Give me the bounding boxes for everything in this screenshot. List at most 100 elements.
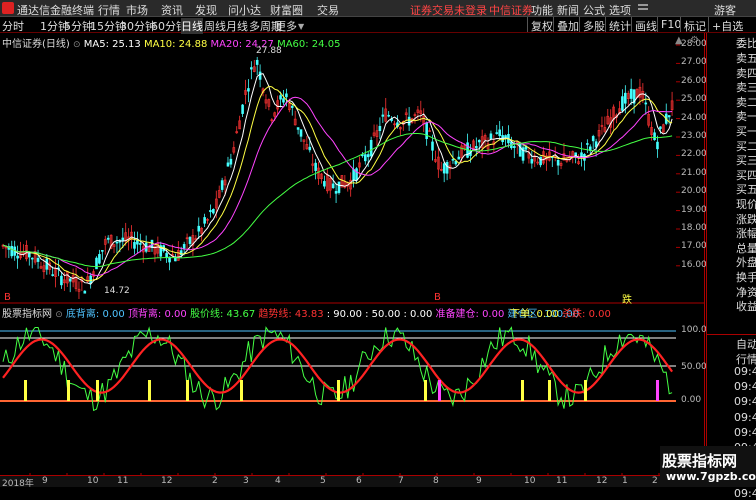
tab-fenshi[interactable]: 分时 [2,18,24,34]
tab-auto[interactable]: 自动 [736,336,756,352]
btn-diejia[interactable]: 叠加 [553,17,582,33]
ma5-line [2,73,673,285]
price-tick-label: 24.00 [681,112,707,123]
legend-item: : 0.00 [403,309,433,320]
menu-jiaoyi[interactable]: 交易 [317,2,339,18]
menu-wenxiaoda[interactable]: 问小达 [228,2,261,18]
quote-row-label: 净资 [736,285,756,299]
time-tick-label: 2 [652,476,658,486]
time-tick-label: 2018年 [2,479,34,489]
order-signal-bar [96,380,99,401]
quote-row-label: 换手 [736,271,756,284]
price-tick-label: 17.00 [681,241,707,252]
price-tick-label: 19.00 [681,204,707,215]
btn-biaoji[interactable]: 标记 [680,17,709,33]
menu-shichang[interactable]: 市场 [126,2,148,18]
candle-body [255,59,259,65]
menu-xuanxiang[interactable]: 选项 [609,2,631,18]
candle-body [495,132,499,134]
btn-duogu[interactable]: 多股 [579,17,608,33]
order-signal-bar [186,380,189,401]
candle-body [226,162,230,167]
order-signal-bar [521,380,524,401]
candle-body [659,126,662,129]
candle-body [115,241,119,244]
user-label[interactable]: 游客 [714,2,736,18]
quote-row-label: 卖二 [736,95,756,109]
time-tick-label: 11 [117,476,129,486]
candle-body [165,253,168,258]
time-tick-label: 12 [596,476,608,486]
ma60-label: MA60: 24.05 [277,39,341,50]
candle-body [591,136,595,142]
candle-body [299,129,303,137]
ma10-label: MA10: 24.88 [143,39,208,50]
order-signal-bar [24,380,27,401]
watermark: 股票指标网 www.7gpzb.com [660,446,756,487]
candle-body [220,180,224,190]
btn-tongji[interactable]: 统计 [605,17,634,33]
menu-gongneng[interactable]: 功能 [531,2,553,18]
stock-title: 中信证券(日线) [2,39,70,50]
time-tick-label: 7 [398,476,404,486]
broker-name: 中信证券 [489,4,533,17]
candle-body [457,156,461,160]
menu-hangqing[interactable]: 行情 [98,2,120,18]
indicator-tick-label: 100.00 [681,325,713,335]
time-tick-label: 9 [476,476,482,486]
settings-icon[interactable]: ⊙ [73,40,81,50]
legend-item: 准备建仓: 0.00 [435,309,505,320]
candle-body [16,255,19,259]
order-signal-bar [67,380,70,401]
candle-body [188,236,192,244]
candle-body [378,125,382,131]
quote-row-label: 买三 [736,154,756,168]
time-tick-label: 11 [556,476,568,486]
period-toolbar: 分时 1分钟 5分钟 15分钟 30分钟 60分钟 日线 周线 月线 多周期 更… [0,17,756,34]
app-logo-icon [2,2,14,14]
candle-body [363,154,367,162]
tab-monthly[interactable]: 月线 [226,18,248,34]
btn-fuquan[interactable]: 复权 [527,17,556,33]
indicator-legend-3: 下单: 0.00 杀跌: 0.00 [510,305,611,320]
tab-5min[interactable]: 5分钟 [64,18,93,34]
candle-body [539,156,542,166]
legend-item: 股价线: 43.67 [190,309,256,320]
chart-canvas[interactable] [0,33,705,475]
menu-caifuquan[interactable]: 财富圈 [270,2,303,18]
menu-xinwen[interactable]: 新闻 [557,2,579,18]
chart-area[interactable]: 中信证券(日线) ⊙ MA5: 25.13 MA10: 24.88 MA20: … [0,33,713,475]
candle-body [621,96,624,111]
indicator-tick-label: 50.00 [681,362,707,372]
btn-add-favorite[interactable]: +自选 [708,17,746,33]
menu-faxian[interactable]: 发现 [195,2,217,18]
chevron-down-icon[interactable]: ▼ [298,22,304,31]
candle-body [203,217,206,224]
candle-body [431,141,434,151]
price-tick-label: 22.00 [681,149,707,160]
tab-more[interactable]: 更多 [275,18,297,34]
quote-row-label: 涨幅 [736,227,756,241]
candle-body [95,257,98,270]
candle-body [381,114,385,117]
tab-weekly[interactable]: 周线 [204,18,226,34]
login-notice[interactable]: 证券交易未登录 [410,2,487,18]
btn-huaxian[interactable]: 画线 [631,17,660,33]
candle-body [68,278,72,282]
time-tick-label: 2 [212,476,218,486]
tab-daily[interactable]: 日线 [181,18,203,34]
quote-row-label: 涨跌 [736,212,756,226]
candle-body [369,139,373,157]
quote-row-label: 买二 [736,139,756,153]
quote-row-label: 买五 [736,183,756,197]
menu-gongshi[interactable]: 公式 [583,2,605,18]
order-signal-bar [548,380,551,401]
menu-zixun[interactable]: 资讯 [161,2,183,18]
quote-row-label: 买一 [736,125,756,138]
candle-body [477,139,481,143]
indicator-settings-icon[interactable]: ⊙ [55,310,63,320]
buy-marker: B [434,292,441,303]
candle-body [209,210,212,213]
hamburger-icon[interactable] [638,4,648,6]
candle-body [407,116,411,126]
